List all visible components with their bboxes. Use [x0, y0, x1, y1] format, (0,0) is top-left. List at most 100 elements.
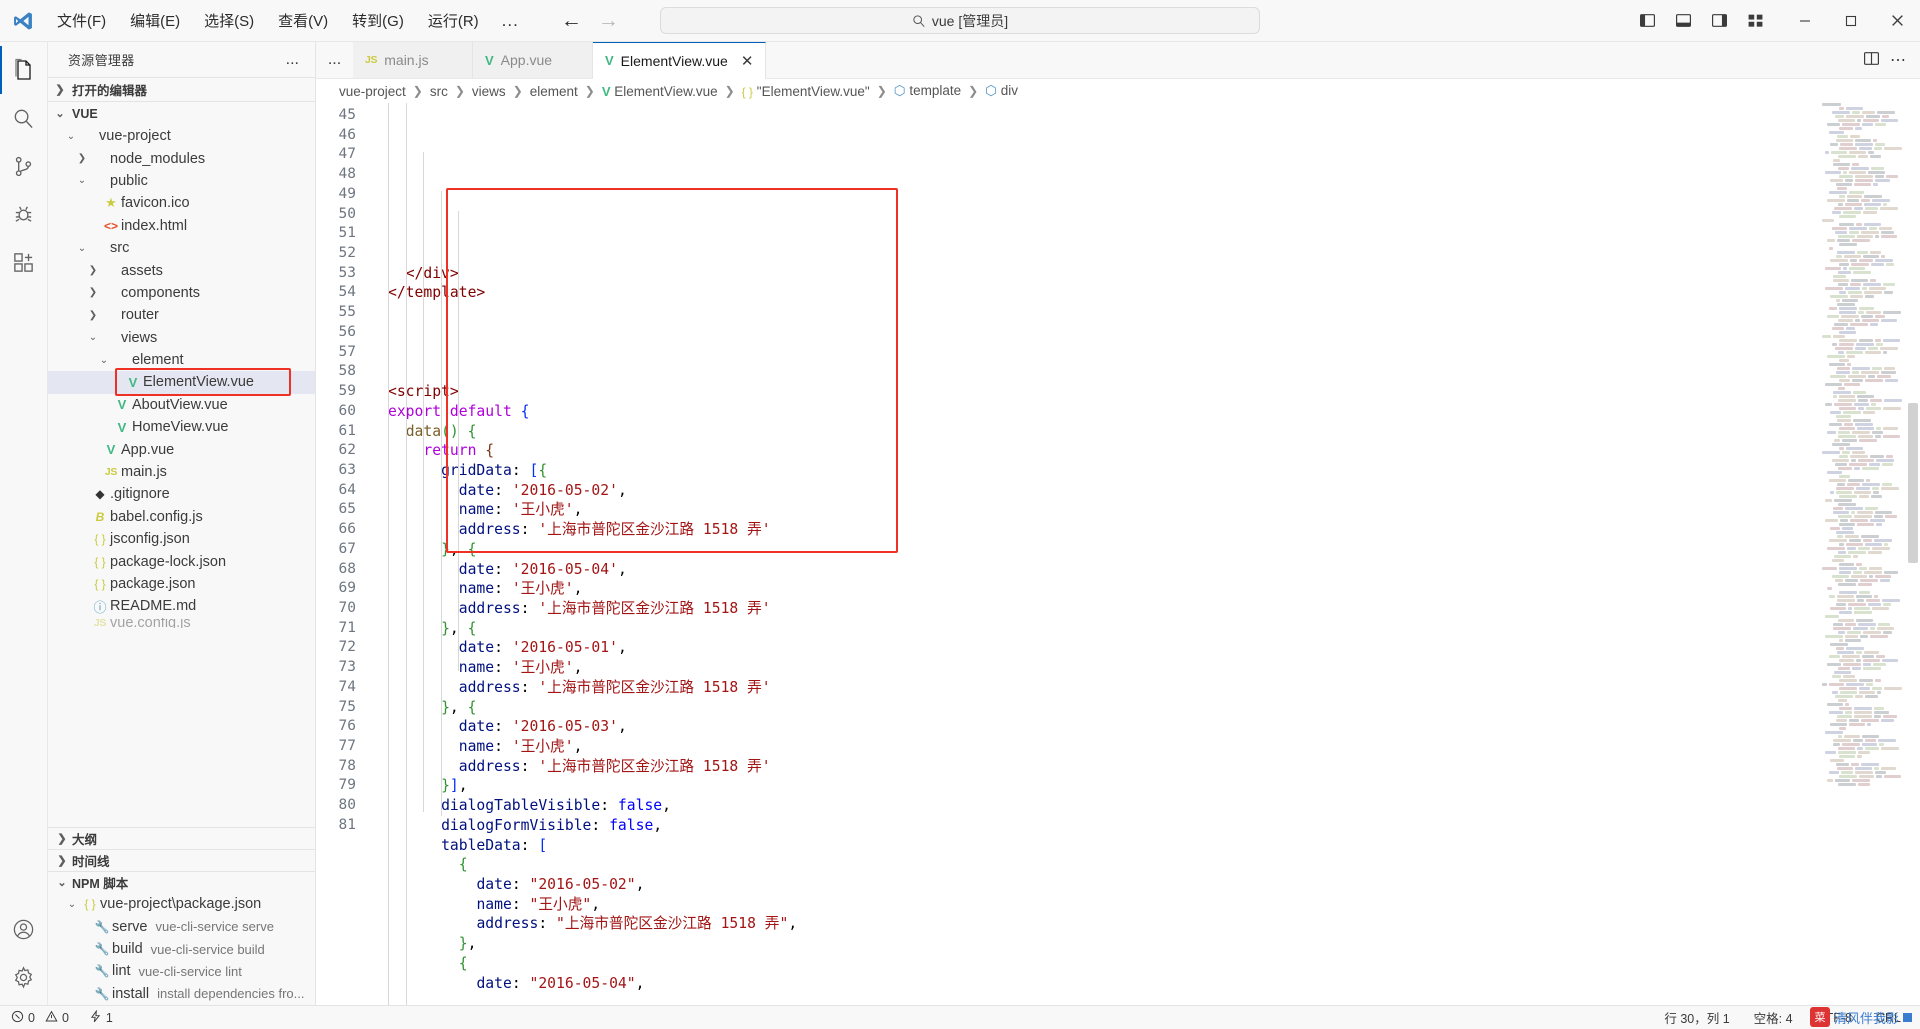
split-editor-icon[interactable]: [1863, 50, 1880, 71]
breadcrumb-item-4[interactable]: V ElementView.vue: [599, 83, 721, 100]
activity-settings[interactable]: [0, 953, 48, 1001]
tree-item-homeview.vue[interactable]: V HomeView.vue: [48, 416, 315, 438]
menu-run[interactable]: 运行(R): [417, 5, 490, 36]
toggle-panel-icon[interactable]: [1666, 4, 1700, 38]
breadcrumb-item-2[interactable]: views: [469, 83, 509, 100]
activity-source-control[interactable]: [0, 142, 48, 190]
code-content[interactable]: </div> </template> <script>export default…: [388, 103, 1920, 1005]
explorer-sidebar: 资源管理器 ... ❯ 打开的编辑器 ⌄ VUE ⌄ vue-project ❯ no…: [48, 42, 316, 1005]
breadcrumb-item-6[interactable]: ⬡ template: [891, 82, 964, 100]
code-line: </div>: [405, 264, 459, 282]
menu-bar: 文件(F) 编辑(E) 选择(S) 查看(V) 转到(G) 运行(R) ...: [46, 5, 529, 36]
tree-item-vue-project[interactable]: ⌄ vue-project: [48, 125, 315, 147]
tree-item-jsconfig.json[interactable]: { } jsconfig.json: [48, 528, 315, 550]
tree-item-aboutview.vue[interactable]: V AboutView.vue: [48, 394, 315, 416]
arrow-right-icon[interactable]: →: [598, 10, 619, 31]
tree-item-favicon.ico[interactable]: ★ favicon.ico: [48, 192, 315, 214]
npm-script-lint[interactable]: 🔧 lint vue-cli-service lint: [48, 960, 315, 982]
tree-item-elementview.vue[interactable]: V ElementView.vue: [48, 371, 315, 394]
activity-explorer[interactable]: [0, 46, 48, 94]
breadcrumb-item-1[interactable]: src: [427, 83, 451, 100]
tab-app-vue[interactable]: V App.vue: [473, 42, 593, 78]
tab-elementview-vue[interactable]: V ElementView.vue ✕: [593, 42, 767, 79]
tab-main-js[interactable]: JS main.js: [353, 42, 473, 78]
tabs-overflow-button[interactable]: ...: [316, 42, 353, 78]
toggle-primary-sidebar-icon[interactable]: [1630, 4, 1664, 38]
section-npm-scripts[interactable]: ⌄ NPM 脚本: [48, 871, 315, 893]
activity-extensions[interactable]: [0, 238, 48, 286]
status-bar-left: 0 0 1: [6, 1009, 118, 1026]
breadcrumb-item-5[interactable]: { } "ElementView.vue": [739, 83, 873, 100]
tree-item-components[interactable]: ❯ components: [48, 282, 315, 304]
file-type-icon: ★: [101, 195, 121, 211]
line-number: 57: [338, 343, 356, 360]
status-eol[interactable]: CRL: [1871, 1011, 1906, 1025]
menu-view[interactable]: 查看(V): [267, 5, 339, 36]
tree-item-app.vue[interactable]: V App.vue: [48, 438, 315, 460]
fold-gutter[interactable]: [370, 103, 388, 1005]
minimap-line: [1818, 211, 1904, 214]
code-editor[interactable]: 45 46 47 48 49 50 51 52 53 54 55 56 57 58 59 60 61 62 63 64…: [316, 103, 1920, 1005]
minimap-line: [1818, 279, 1904, 282]
tree-item-package.json[interactable]: { } package.json: [48, 573, 315, 595]
tree-item-index.html[interactable]: <> index.html: [48, 215, 315, 237]
breadcrumb-item-3[interactable]: element: [527, 83, 581, 100]
tree-item-router[interactable]: ❯ router: [48, 304, 315, 326]
menu-edit[interactable]: 编辑(E): [119, 5, 191, 36]
editor-vertical-scrollbar[interactable]: [1906, 103, 1920, 1005]
npm-script-serve[interactable]: 🔧 serve vue-cli-service serve: [48, 915, 315, 937]
tree-item-package-lock.json[interactable]: { } package-lock.json: [48, 550, 315, 572]
command-center[interactable]: vue [管理员]: [660, 7, 1260, 34]
menu-file[interactable]: 文件(F): [46, 5, 117, 36]
close-icon[interactable]: ✕: [741, 52, 754, 70]
breadcrumb-item-0[interactable]: vue-project: [336, 83, 409, 100]
ports-count: 1: [105, 1010, 113, 1025]
npm-package-file[interactable]: ⌄ { } vue-project\package.json: [48, 893, 315, 915]
section-workspace[interactable]: ⌄ VUE: [48, 101, 315, 125]
editor-more-actions-icon[interactable]: ⋯: [1890, 50, 1906, 70]
sidebar-more-actions-button[interactable]: ...: [278, 51, 307, 69]
status-problems[interactable]: 0 0: [6, 1010, 74, 1026]
tree-item-views[interactable]: ⌄ views: [48, 327, 315, 349]
tree-item-src[interactable]: ⌄ src: [48, 237, 315, 259]
breadcrumb-item-7[interactable]: ⬡ div: [982, 82, 1021, 100]
minimap-line: [1818, 347, 1904, 350]
toggle-secondary-sidebar-icon[interactable]: [1702, 4, 1736, 38]
tree-item-main.js[interactable]: JS main.js: [48, 461, 315, 483]
menu-go[interactable]: 转到(G): [341, 5, 415, 36]
status-indentation[interactable]: 空格: 4: [1749, 1008, 1798, 1027]
tree-item-element[interactable]: ⌄ element: [48, 349, 315, 371]
section-open-editors[interactable]: ❯ 打开的编辑器: [48, 77, 315, 101]
section-timeline[interactable]: ❯ 时间线: [48, 849, 315, 871]
tree-item-public[interactable]: ⌄ public: [48, 170, 315, 192]
chevron-down-icon: ⌄: [55, 108, 65, 120]
arrow-left-icon[interactable]: ←: [561, 10, 582, 31]
minimap-line: [1818, 299, 1904, 302]
minimize-button[interactable]: [1782, 0, 1828, 42]
tree-item-readme.md[interactable]: ⓘ README.md: [48, 595, 315, 617]
npm-script-install[interactable]: 🔧 install install dependencies fro...: [48, 983, 315, 1005]
close-button[interactable]: [1874, 0, 1920, 42]
section-outline[interactable]: ❯ 大纲: [48, 827, 315, 849]
vue-icon: V: [117, 419, 127, 435]
tree-item-node-modules[interactable]: ❯ node_modules: [48, 147, 315, 169]
code-line: name: '王小虎',: [458, 580, 583, 598]
activity-accounts[interactable]: [0, 905, 48, 953]
minimap-line: [1818, 303, 1904, 306]
menu-more-button[interactable]: ...: [492, 8, 529, 34]
status-ports[interactable]: 1: [84, 1009, 118, 1026]
maximize-button[interactable]: [1828, 0, 1874, 42]
status-cursor-position[interactable]: 行 30，列 1: [1659, 1008, 1734, 1027]
minimap[interactable]: [1818, 103, 1904, 1005]
ports-icon: [89, 1009, 102, 1026]
tree-item-assets[interactable]: ❯ assets: [48, 259, 315, 281]
activity-search[interactable]: [0, 94, 48, 142]
menu-selection[interactable]: 选择(S): [193, 5, 265, 36]
customize-layout-icon[interactable]: [1738, 4, 1772, 38]
tree-item-babel.config.js[interactable]: Bbabel.config.js: [48, 506, 315, 528]
npm-script-build[interactable]: 🔧 build vue-cli-service build: [48, 938, 315, 960]
status-encoding[interactable]: UTF-8: [1812, 1011, 1857, 1025]
activity-run-debug[interactable]: [0, 190, 48, 238]
tree-item-.gitignore[interactable]: ◆ .gitignore: [48, 483, 315, 505]
tree-item-vue.config.js[interactable]: JS vue.config.js: [48, 618, 315, 628]
